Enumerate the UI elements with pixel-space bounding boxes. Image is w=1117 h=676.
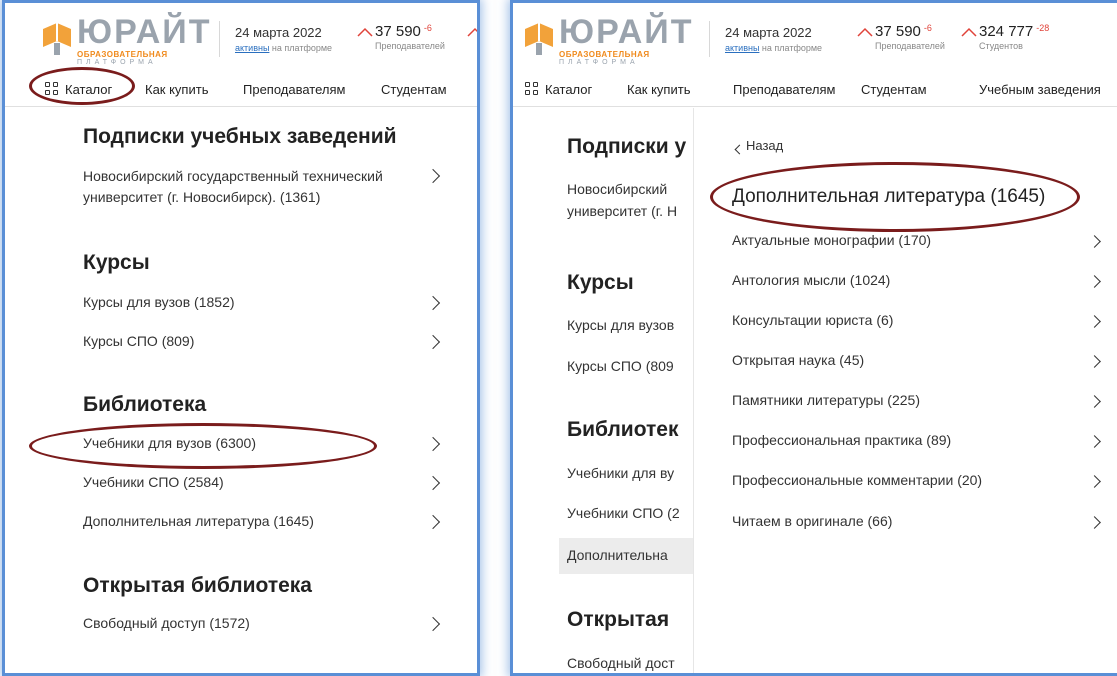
logo-subtitle-2: ПЛАТФОРМА [77,59,157,66]
teachers-delta: -6 [423,23,432,33]
site-header: ЮРАЙТ ОБРАЗОВАТЕЛЬНАЯ ПЛАТФОРМА 24 марта… [513,3,1117,78]
header-date: 24 марта 2022 [235,25,322,40]
logo-word: ЮРАЙТ [559,13,694,51]
grid-icon [525,82,539,96]
teachers-count: 37 590 [375,23,421,40]
chevron-right-icon [1088,235,1101,248]
section-title-open-library: Открытая [567,608,670,631]
chevron-right-icon [425,334,441,350]
active-link[interactable]: активны [725,43,759,53]
divider [709,21,710,57]
list-item-additional-literature[interactable]: Дополнительная литература (1645) [83,513,314,529]
submenu-item[interactable]: Профессиональные комментарии (20) [732,472,982,488]
chevron-right-icon [425,295,441,311]
teachers-label: Преподавателей [375,41,445,51]
logo-subtitle-2: ПЛАТФОРМА [559,59,639,66]
section-title-library: Библиотека [83,393,207,416]
right-screenshot-panel: ЮРАЙТ ОБРАЗОВАТЕЛЬНАЯ ПЛАТФОРМА 24 марта… [510,0,1117,676]
list-item-courses-vuz[interactable]: Курсы для вузов (1852) [83,294,235,310]
active-users-caption: активны на платформе [235,43,333,53]
students-label: Студентов [979,41,1023,51]
logo-word: ЮРАЙТ [77,13,212,51]
back-button[interactable]: Назад [746,138,783,153]
trend-icon [467,27,477,37]
trend-icon [961,27,977,37]
chevron-right-icon [1088,275,1101,288]
nav-teachers[interactable]: Преподавателям [243,82,345,97]
divider [219,21,220,57]
active-users-caption: активны на платформе [725,43,823,53]
trend-icon [857,27,873,37]
chevron-right-icon [425,514,441,530]
list-item-textbooks-spo[interactable]: Учебники СПО (2 [567,505,680,521]
teachers-delta: -6 [923,23,932,33]
logo-book-icon [43,23,71,55]
section-title-subscriptions: Подписки у [567,135,687,158]
list-item-free-access[interactable]: Свободный доступ (1572) [83,615,250,631]
nav-catalog[interactable]: Каталог [525,82,592,97]
section-title-library: Библиотек [567,418,679,441]
submenu-item[interactable]: Открытая наука (45) [732,352,864,368]
trend-icon [357,27,373,37]
logo-book-icon [525,23,553,55]
list-item-courses-spo[interactable]: Курсы СПО (809) [83,333,194,349]
list-item-free-access[interactable]: Свободный дост [567,655,675,671]
list-item-textbooks-vuz[interactable]: Учебники для ву [567,465,674,481]
chevron-right-icon [425,436,441,452]
nav-how-to-buy[interactable]: Как купить [145,82,208,97]
submenu-item[interactable]: Читаем в оригинале (66) [732,513,892,529]
section-title-open-library: Открытая библиотека [83,574,312,597]
students-count: 324 777 [979,23,1034,40]
chevron-right-icon [1088,395,1101,408]
chevron-right-icon [425,475,441,491]
logo[interactable]: ЮРАЙТ ОБРАЗОВАТЕЛЬНАЯ ПЛАТФОРМА [523,13,698,67]
chevron-right-icon [1088,435,1101,448]
list-item-courses-spo[interactable]: Курсы СПО (809 [567,358,674,374]
main-nav: Каталог Как купить Преподавателям Студен… [513,78,1117,107]
chevron-right-icon [425,616,441,632]
list-item-textbooks-spo[interactable]: Учебники СПО (2584) [83,474,224,490]
submenu-item[interactable]: Консультации юриста (6) [732,312,893,328]
submenu-item[interactable]: Профессиональная практика (89) [732,432,951,448]
nav-institutions[interactable]: Учебным заведения [979,82,1101,97]
teachers-count: 37 590 [875,23,921,40]
submenu-item[interactable]: Антология мысли (1024) [732,272,890,288]
list-item-courses-vuz[interactable]: Курсы для вузов [567,317,674,333]
chevron-right-icon [1088,516,1101,529]
chevron-right-icon [1088,315,1101,328]
annotation-oval-submenu-title [710,162,1080,232]
university-link-line2[interactable]: университет (г. Н [567,203,677,219]
university-link[interactable]: Новосибирский государственный технически… [83,166,429,208]
chevron-left-icon [734,144,745,155]
nav-how-to-buy[interactable]: Как купить [627,82,690,97]
annotation-oval-catalog [29,67,135,105]
submenu-panel: Назад Дополнительная литература (1645) А… [693,108,1117,673]
chevron-right-icon [1088,475,1101,488]
annotation-oval-textbooks [29,423,377,469]
university-link-line1[interactable]: Новосибирский [567,181,667,197]
teachers-label: Преподавателей [875,41,945,51]
nav-students[interactable]: Студентам [381,82,447,97]
logo-subtitle: ОБРАЗОВАТЕЛЬНАЯ [559,50,650,59]
nav-teachers[interactable]: Преподавателям [733,82,835,97]
students-delta: -28 [1036,23,1050,33]
logo[interactable]: ЮРАЙТ ОБРАЗОВАТЕЛЬНАЯ ПЛАТФОРМА [41,13,216,67]
nav-students[interactable]: Студентам [861,82,927,97]
list-item-additional-literature[interactable]: Дополнительна [567,547,668,563]
header-date: 24 марта 2022 [725,25,812,40]
logo-subtitle: ОБРАЗОВАТЕЛЬНАЯ [77,50,168,59]
chevron-right-icon [1088,355,1101,368]
section-title-courses: Курсы [567,271,634,294]
active-link[interactable]: активны [235,43,269,53]
submenu-item[interactable]: Актуальные монографии (170) [732,232,931,248]
submenu-item[interactable]: Памятники литературы (225) [732,392,920,408]
left-screenshot-panel: ЮРАЙТ ОБРАЗОВАТЕЛЬНАЯ ПЛАТФОРМА 24 марта… [2,0,480,676]
section-title-courses: Курсы [83,251,150,274]
section-title-subscriptions: Подписки учебных заведений [83,125,397,148]
